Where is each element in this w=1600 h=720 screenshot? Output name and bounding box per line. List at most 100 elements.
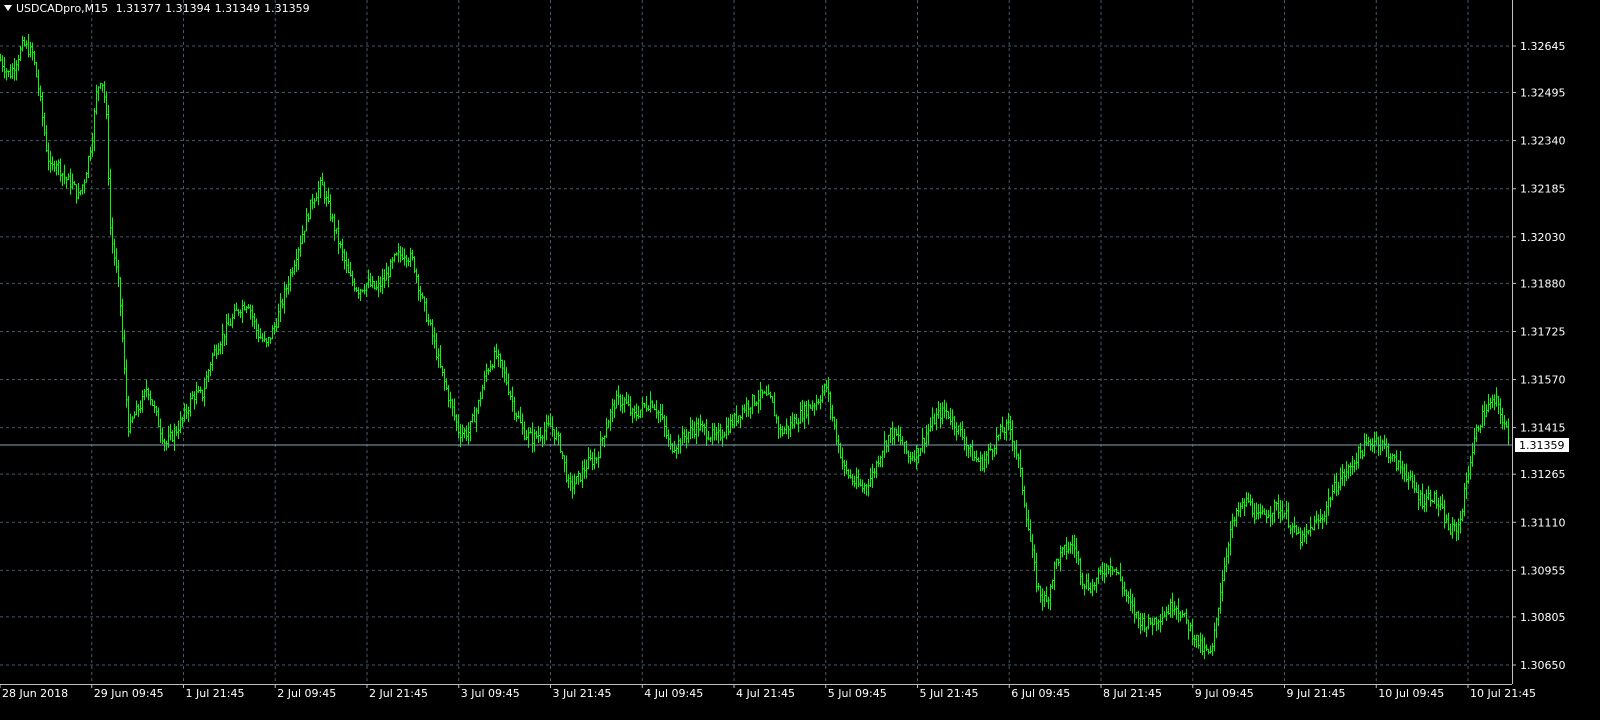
ohlc-bar (741, 404, 744, 420)
ohlc-bar (1187, 619, 1190, 640)
ohlc-bar (823, 383, 826, 396)
ohlc-bar (1287, 502, 1290, 529)
x-tick-label: 3 Jul 21:45 (553, 687, 612, 700)
ohlc-bar (1383, 434, 1386, 450)
ohlc-bar (1059, 545, 1062, 572)
ohlc-bar (623, 397, 626, 413)
ohlc-bar (903, 441, 906, 454)
x-tick-label: 8 Jul 21:45 (1103, 687, 1162, 700)
price-chart[interactable]: 1.32645 1.32495 1.32340 1.32185 1.32030 1.318… (0, 0, 1600, 720)
ohlc-bar (1469, 455, 1472, 480)
ohlc-bar (565, 455, 568, 483)
ohlc-bar (1235, 507, 1238, 528)
ohlc-bar (557, 431, 560, 446)
ohlc-bar (145, 379, 148, 398)
chart-window[interactable]: 1.32645 1.32495 1.32340 1.32185 1.32030 1.318… (0, 0, 1600, 720)
ohlc-bar (231, 313, 234, 329)
ohlc-bar (361, 289, 364, 293)
ohlc-bar (679, 438, 682, 454)
ohlc-bar (187, 406, 190, 422)
ohlc-bar (1241, 497, 1244, 509)
ohlc-bar (325, 191, 328, 207)
ohlc-bar (3, 56, 6, 79)
ohlc-bar (351, 270, 354, 287)
x-tick-label: 9 Jul 21:45 (1287, 687, 1346, 700)
ohlc-bar (385, 262, 388, 281)
ohlc-bar (1303, 527, 1306, 543)
ohlc-bar (885, 440, 888, 453)
ohlc-bar (525, 429, 528, 441)
ohlc-bar (1107, 565, 1110, 575)
ohlc-bar (559, 433, 562, 454)
ohlc-bar (191, 391, 194, 400)
ohlc-bar (239, 309, 242, 319)
ohlc-bar (1497, 395, 1500, 415)
ohlc-bar (95, 84, 98, 115)
ohlc-bar (381, 268, 384, 295)
ohlc-bar (1317, 514, 1320, 530)
ohlc-bar (515, 412, 518, 422)
ohlc-bar (895, 428, 898, 437)
x-tick-label: 9 Jul 09:45 (1195, 687, 1254, 700)
ohlc-bar (1067, 541, 1070, 554)
collapse-triangle-icon[interactable] (4, 5, 12, 11)
ohlc-bar (849, 469, 852, 479)
ohlc-bar (809, 404, 812, 409)
ohlc-bar (369, 272, 372, 287)
ohlc-bar (333, 213, 336, 241)
ohlc-bar (649, 391, 652, 413)
ohlc-bar (279, 293, 282, 323)
ohlc-bar (39, 85, 42, 102)
ohlc-bar (1239, 502, 1242, 518)
ohlc-bar (1477, 425, 1480, 432)
ohlc-bar (37, 69, 40, 97)
ohlc-bar (865, 484, 868, 496)
ohlc-bar (281, 298, 284, 309)
ohlc-bar (295, 249, 298, 273)
ohlc-bar (55, 160, 58, 176)
x-tick-label: 29 Jun 09:45 (94, 687, 164, 700)
ohlc-bar (777, 416, 780, 439)
current-price-label: 1.31359 (1519, 439, 1565, 452)
ohlc-bar (947, 411, 950, 420)
ohlc-bar (965, 436, 968, 457)
ohlc-bar (13, 58, 16, 81)
ohlc-bar (1115, 567, 1118, 576)
ohlc-bar (1017, 453, 1020, 469)
ohlc-bar (999, 423, 1002, 440)
ohlc-bar (611, 398, 614, 423)
y-tick-label: 1.31265 (1520, 468, 1566, 481)
ohlc-bar (395, 252, 398, 256)
ohlc-bar (423, 296, 426, 312)
ohlc-bar (619, 394, 622, 412)
ohlc-bar (637, 405, 640, 419)
x-tick-label: 2 Jul 21:45 (369, 687, 428, 700)
ohlc-bar (937, 401, 940, 419)
ohlc-bar (693, 421, 696, 439)
ohlc-bar (1031, 534, 1034, 559)
ohlc-bar (359, 288, 362, 302)
ohlc-bar (851, 474, 854, 486)
ohlc-bar (349, 261, 352, 277)
ohlc-bar (27, 34, 30, 58)
ohlc-bar (241, 299, 244, 323)
ohlc-bar (63, 164, 66, 185)
ohlc-bar (1325, 501, 1328, 525)
ohlc-bar (795, 413, 798, 425)
ohlc-bar (287, 276, 290, 295)
ohlc-bar (149, 390, 152, 406)
ohlc-bar (635, 403, 638, 421)
ohlc-bar (985, 451, 988, 469)
ohlc-bar (609, 408, 612, 431)
ohlc-bar (1001, 416, 1004, 433)
ohlc-bar (1465, 472, 1468, 499)
ohlc-bar (567, 474, 570, 489)
ohlc-bar (1151, 617, 1154, 636)
ohlc-bar (417, 274, 420, 301)
ohlc-bar (1173, 601, 1176, 616)
ohlc-bar (61, 173, 64, 187)
ohlc-bar (1405, 463, 1408, 483)
ohlc-bar (639, 409, 642, 419)
ohlc-bar (251, 305, 254, 327)
ohlc-bar (955, 422, 958, 441)
